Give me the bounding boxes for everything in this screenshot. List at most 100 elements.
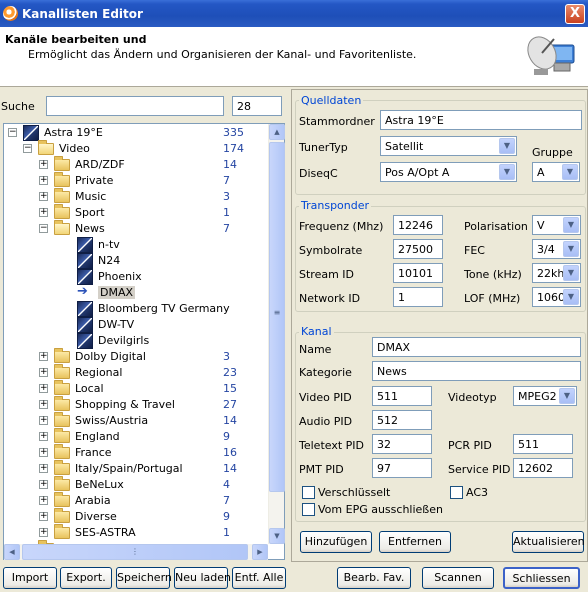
tree-folder-row[interactable]: − Video 174 xyxy=(4,140,268,157)
tree-channel-row[interactable]: Phoenix xyxy=(4,269,268,285)
servicepid-field[interactable]: 12602 xyxy=(513,458,573,478)
save-button[interactable]: Speichern xyxy=(116,567,172,589)
collapse-icon[interactable]: − xyxy=(39,224,48,233)
tree-channel-row[interactable]: n-tv xyxy=(4,237,268,253)
tree-folder-row[interactable]: + SES-ASTRA 1 xyxy=(4,524,268,541)
search-input[interactable] xyxy=(46,96,224,116)
edit-favorites-button[interactable]: Bearb. Fav. xyxy=(337,567,411,589)
tree-folder-row[interactable]: + Diverse 9 xyxy=(4,508,268,525)
pcrpid-field[interactable]: 511 xyxy=(513,434,573,454)
polarisation-select[interactable]: V ▼ xyxy=(532,215,581,235)
verschluesselt-checkbox[interactable] xyxy=(302,486,315,499)
tree-folder-row[interactable]: + Private 7 xyxy=(4,172,268,189)
diseqc-select[interactable]: Pos A/Opt A ▼ xyxy=(380,162,517,182)
tree-folder-row[interactable]: − Astra 19°E 335 xyxy=(4,125,268,141)
expand-icon[interactable]: + xyxy=(39,464,48,473)
chevron-down-icon[interactable]: ▼ xyxy=(499,164,515,180)
search-count-field[interactable]: 28 xyxy=(232,96,282,116)
tree-folder-row[interactable]: + Dolby Digital 3 xyxy=(4,348,268,365)
close-button[interactable]: X xyxy=(565,4,585,24)
expand-icon[interactable]: + xyxy=(39,416,48,425)
chevron-down-icon[interactable]: ▼ xyxy=(562,164,578,180)
scroll-left-button[interactable]: ◀ xyxy=(4,544,20,560)
videotyp-select[interactable]: MPEG2 ▼ xyxy=(513,386,577,406)
expand-icon[interactable]: + xyxy=(39,432,48,441)
export-button[interactable]: Export. xyxy=(60,567,112,589)
tree-folder-row[interactable]: + England 9 xyxy=(4,428,268,445)
expand-icon[interactable]: + xyxy=(39,160,48,169)
tree-folder-row[interactable]: + Swiss/Austria 14 xyxy=(4,412,268,429)
update-button[interactable]: Aktualisieren xyxy=(512,531,585,553)
lof-select[interactable]: 10600 ▼ xyxy=(532,287,581,307)
tree-folder-row[interactable]: + Arabia 7 xyxy=(4,492,268,509)
name-field[interactable]: DMAX xyxy=(372,337,581,357)
scroll-thumb[interactable]: ≡ xyxy=(269,142,285,492)
stammordner-field[interactable]: Astra 19°E xyxy=(380,110,582,130)
scroll-down-button[interactable]: ▼ xyxy=(269,528,285,544)
expand-icon[interactable]: + xyxy=(39,528,48,537)
expand-icon[interactable]: + xyxy=(39,480,48,489)
expand-icon[interactable]: + xyxy=(39,208,48,217)
tree-folder-row[interactable]: + Local 15 xyxy=(4,380,268,397)
scan-button[interactable]: Scannen xyxy=(422,567,494,589)
tree-folder-row[interactable]: + France 16 xyxy=(4,444,268,461)
ac3-checkbox[interactable] xyxy=(450,486,463,499)
chevron-down-icon[interactable]: ▼ xyxy=(563,217,579,233)
expand-icon[interactable]: + xyxy=(39,400,48,409)
tunertyp-select[interactable]: Satellit ▼ xyxy=(380,136,517,156)
tree-vertical-scrollbar[interactable]: ▲ ≡ ▼ xyxy=(268,124,285,544)
tree-folder-row[interactable]: + Shopping & Travel 27 xyxy=(4,396,268,413)
chevron-down-icon[interactable]: ▼ xyxy=(563,241,579,257)
tree-channel-row[interactable]: ➔ DMAX xyxy=(4,285,268,301)
streamid-field[interactable]: 10101 xyxy=(393,263,443,283)
tree-folder-row[interactable]: + Music 3 xyxy=(4,188,268,205)
tree-folder-row[interactable]: + Sport 1 xyxy=(4,204,268,221)
chevron-down-icon[interactable]: ▼ xyxy=(563,265,579,281)
expand-icon[interactable]: + xyxy=(39,512,48,521)
channel-tree[interactable]: − Astra 19°E 335− Video 174 + ARD/ZDF 14 + Privat… xyxy=(3,123,285,560)
expand-icon[interactable]: + xyxy=(39,192,48,201)
add-button[interactable]: Hinzufügen xyxy=(300,531,372,553)
symbolrate-field[interactable]: 27500 xyxy=(393,239,443,259)
epg-exclude-checkbox[interactable] xyxy=(302,503,315,516)
tree-folder-row[interactable]: − News 7 xyxy=(4,220,268,237)
tree-channel-row[interactable]: DW-TV xyxy=(4,317,268,333)
tone-select[interactable]: 22khz ▼ xyxy=(532,263,581,283)
collapse-icon[interactable]: − xyxy=(23,144,32,153)
title-bar[interactable]: Kanallisten Editor X xyxy=(0,0,588,27)
remove-button[interactable]: Entfernen xyxy=(379,531,451,553)
collapse-icon[interactable]: − xyxy=(8,128,17,137)
tree-channel-row[interactable]: N24 xyxy=(4,253,268,269)
chevron-down-icon[interactable]: ▼ xyxy=(559,388,575,404)
gruppe-select[interactable]: A ▼ xyxy=(532,162,580,182)
expand-icon[interactable]: + xyxy=(39,496,48,505)
pmtpid-field[interactable]: 97 xyxy=(372,458,432,478)
networkid-field[interactable]: 1 xyxy=(393,287,443,307)
tree-horizontal-scrollbar[interactable]: ◀ ⋮ ▶ xyxy=(4,544,268,560)
expand-icon[interactable]: + xyxy=(39,352,48,361)
tree-folder-row[interactable]: + ARD/ZDF 14 xyxy=(4,156,268,173)
videopid-field[interactable]: 511 xyxy=(372,386,432,406)
reload-button[interactable]: Neu laden xyxy=(174,567,231,589)
fec-select[interactable]: 3/4 ▼ xyxy=(532,239,581,259)
tree-folder-row[interactable]: + Italy/Spain/Portugal 14 xyxy=(4,460,268,477)
tree-folder-row[interactable]: + Regional 23 xyxy=(4,364,268,381)
tree-folder-row[interactable]: + BeNeLux 4 xyxy=(4,476,268,493)
chevron-down-icon[interactable]: ▼ xyxy=(563,289,579,305)
import-button[interactable]: Import xyxy=(3,567,57,589)
close-dialog-button[interactable]: Schliessen xyxy=(503,567,580,589)
tree-channel-row[interactable]: Bloomberg TV Germany xyxy=(4,301,268,317)
kategorie-field[interactable]: News xyxy=(372,361,581,381)
expand-icon[interactable]: + xyxy=(39,368,48,377)
delete-all-button[interactable]: Entf. Alle xyxy=(232,567,286,589)
scroll-right-button[interactable]: ▶ xyxy=(252,544,268,560)
expand-icon[interactable]: + xyxy=(39,176,48,185)
frequenz-field[interactable]: 12246 xyxy=(393,215,443,235)
teletextpid-field[interactable]: 32 xyxy=(372,434,432,454)
hscroll-thumb[interactable]: ⋮ xyxy=(22,544,248,560)
tree-channel-row[interactable]: Devilgirls xyxy=(4,333,268,349)
scroll-up-button[interactable]: ▲ xyxy=(269,124,285,140)
chevron-down-icon[interactable]: ▼ xyxy=(499,138,515,154)
expand-icon[interactable]: + xyxy=(39,384,48,393)
audiopid-field[interactable]: 512 xyxy=(372,410,432,430)
